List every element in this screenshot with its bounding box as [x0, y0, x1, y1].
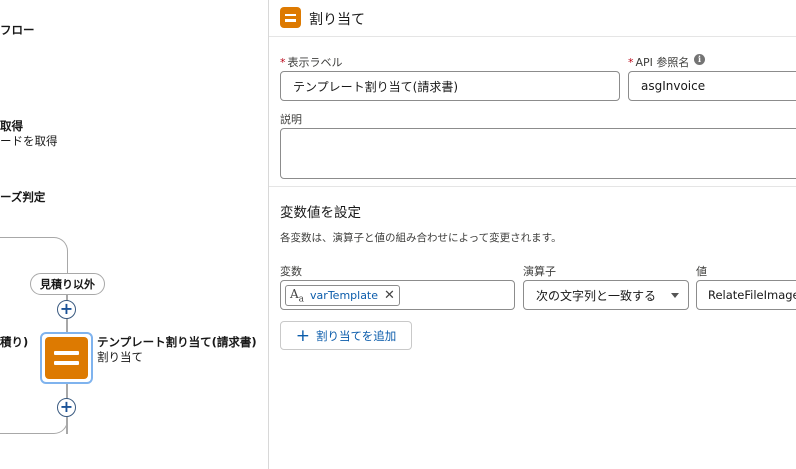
api-name-label: * API 参照名: [628, 56, 690, 69]
section-divider: [269, 186, 796, 187]
remove-icon[interactable]: ✕: [384, 288, 395, 303]
label-input[interactable]: テンプレート割り当て(請求書): [280, 71, 620, 101]
info-icon[interactable]: i: [694, 54, 705, 65]
decision-title[interactable]: ーズ判定: [0, 189, 45, 205]
properties-panel: 割り当て * 表示ラベル テンプレート割り当て(請求書) * API 参照名 i a…: [268, 0, 796, 469]
section-description: 各変数は、演算子と値の組み合わせによって変更されます。: [280, 232, 562, 244]
operator-selected-value: 次の文字列と一致する: [536, 288, 657, 303]
get-records-subtitle: ードを取得: [0, 134, 58, 148]
api-name-input[interactable]: asgInvoice: [628, 71, 796, 101]
assignment-node-title[interactable]: テンプレート割り当て(請求書): [97, 334, 257, 350]
variable-input[interactable]: Aa varTemplate ✕: [280, 280, 515, 310]
branch-pill[interactable]: 見積り以外: [30, 273, 105, 295]
get-records-title[interactable]: 取得: [0, 118, 23, 134]
operator-select[interactable]: 次の文字列と一致する: [523, 280, 689, 310]
equals-icon: [45, 337, 88, 379]
value-input[interactable]: RelateFileImage: [696, 280, 796, 310]
text-variable-icon: Aa: [290, 286, 305, 305]
add-element-plus-icon[interactable]: +: [57, 300, 76, 319]
flow-start-title: フロー: [0, 23, 35, 37]
operator-column-label: 演算子: [523, 265, 556, 278]
panel-title: 割り当て: [309, 12, 365, 28]
section-title: 変数値を設定: [280, 205, 361, 221]
chevron-down-icon: [671, 293, 679, 298]
left-branch-title[interactable]: 積り): [0, 334, 28, 350]
required-mark: *: [280, 56, 286, 69]
variable-pill-label: varTemplate: [310, 289, 379, 302]
description-textarea[interactable]: [280, 128, 796, 179]
assignment-node[interactable]: [40, 332, 93, 384]
description-label: 説明: [280, 113, 302, 126]
value-column-label: 値: [696, 265, 707, 278]
assignment-icon: [280, 7, 301, 28]
required-mark: *: [628, 56, 634, 69]
add-element-plus-icon[interactable]: +: [57, 398, 76, 417]
variable-pill[interactable]: Aa varTemplate ✕: [285, 285, 400, 306]
add-assignment-button[interactable]: + 割り当てを追加: [280, 321, 412, 350]
label-field-label: * 表示ラベル: [280, 56, 343, 69]
plus-icon: +: [295, 325, 310, 346]
variable-column-label: 変数: [280, 265, 302, 278]
add-assignment-label: 割り当てを追加: [315, 328, 397, 343]
flow-canvas[interactable]: フロー 取得 ードを取得 ーズ判定 見積り以外 + 積り) テンプレート割り当て…: [0, 0, 268, 469]
assignment-node-type: 割り当て: [97, 350, 143, 364]
panel-header: 割り当て: [269, 0, 796, 37]
